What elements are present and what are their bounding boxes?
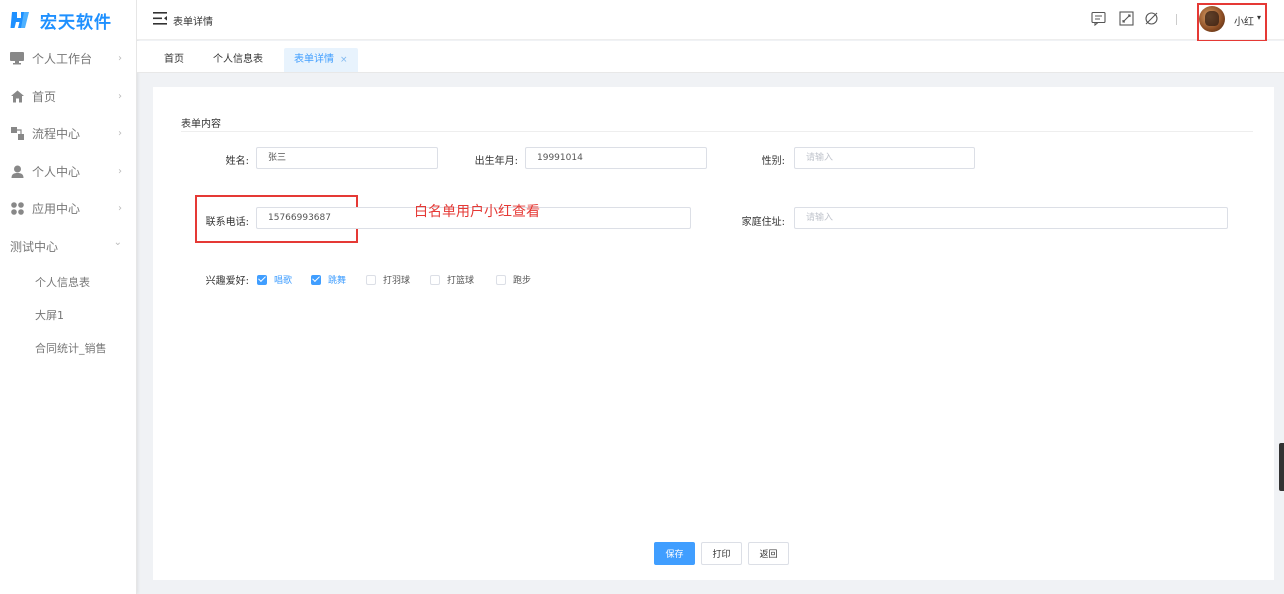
chevron-right-icon: › [118,165,122,177]
section-title: 表单内容 [181,119,221,130]
checkbox-label: 打羽球 [383,276,411,286]
back-button[interactable]: 返回 [748,542,789,565]
tab-personal-info[interactable]: 个人信息表 [203,48,273,72]
checkbox-label: 打篮球 [447,276,475,286]
tab-form-detail[interactable]: 表单详情 × [284,48,358,72]
hobby-option-badminton[interactable]: 打羽球 [366,273,410,286]
chevron-right-icon: › [118,203,122,215]
tab-label: 表单详情 [294,54,334,65]
sidebar-item-workbench[interactable]: 个人工作台 › [0,40,136,78]
print-button[interactable]: 打印 [701,542,742,565]
close-icon[interactable]: × [340,55,348,65]
annotation-text: 白名单用户小红查看 [414,204,540,220]
sidebar-item-label: 流程中心 [32,127,81,142]
sidebar-item-apps[interactable]: 应用中心 › [0,190,136,228]
section-divider [181,131,1253,132]
sidebar-item-label: 应用中心 [32,202,81,217]
tab-label: 个人信息表 [213,54,263,65]
checkbox-label: 跳舞 [328,276,347,286]
theme-icon[interactable] [1144,11,1159,26]
top-header: 表单详情 小红 ▾ [137,0,1284,42]
sidebar-item-label: 个人中心 [32,164,81,179]
chevron-down-icon: ⌄ [113,236,122,248]
name-label: 姓名: [225,156,249,167]
sidebar-item-label: 首页 [32,89,57,104]
hobby-option-sing[interactable]: 唱歌 [257,273,292,286]
sidebar: 宏天软件 个人工作台 › 首页 › 流程中心 › 个人中心 › 应用中心 › 测… [0,0,137,594]
brand-name: 宏天软件 [40,12,112,33]
sidebar-item-process[interactable]: 流程中心 › [0,115,136,153]
user-name[interactable]: 小红 [1234,13,1254,28]
checkbox-checked[interactable] [311,274,321,285]
tab-bar: 首页 个人信息表 表单详情 × [137,41,1284,73]
save-button[interactable]: 保存 [654,542,695,565]
sidebar-item-home[interactable]: 首页 › [0,78,136,116]
chevron-right-icon: › [118,128,122,140]
sidebar-item-label: 测试中心 [10,239,59,254]
sidebar-item-personal[interactable]: 个人中心 › [0,153,136,191]
sidebar-item-test[interactable]: 测试中心 ⌄ [0,228,136,266]
gender-field[interactable]: 请输入 [794,147,975,169]
hobby-option-dance[interactable]: 跳舞 [311,273,346,286]
checkbox-label: 跑步 [513,276,532,286]
tab-home[interactable]: 首页 [154,48,194,72]
brand-logo[interactable]: 宏天软件 [0,0,136,40]
hobby-option-basketball[interactable]: 打篮球 [430,273,474,286]
checkbox-label: 唱歌 [274,276,293,286]
chevron-right-icon: › [118,90,122,102]
side-scroll-handle[interactable] [1279,443,1284,491]
checkbox-unchecked[interactable] [430,274,440,285]
address-field[interactable]: 请输入 [794,207,1228,229]
checkbox-unchecked[interactable] [366,274,376,285]
phone-label: 联系电话: [205,217,249,228]
menu-toggle-icon[interactable] [153,12,167,25]
hobby-option-running[interactable]: 跑步 [496,273,531,286]
sidebar-item-label: 个人工作台 [32,52,93,67]
hobby-label: 兴趣爱好: [205,276,249,287]
checkbox-unchecked[interactable] [496,274,506,285]
fullscreen-icon[interactable] [1119,11,1134,26]
header-divider [1176,14,1177,25]
avatar[interactable] [1199,6,1225,32]
message-icon[interactable] [1091,11,1106,26]
address-label: 家庭住址: [741,217,785,228]
page-title: 表单详情 [173,17,213,28]
apps-icon [10,202,24,216]
flow-icon [10,127,24,141]
home-icon [10,89,24,103]
user-icon [10,164,24,178]
monitor-icon [10,52,24,66]
tab-label: 首页 [164,54,184,65]
sidebar-subitem-personal-info[interactable]: 个人信息表 [0,265,136,298]
checkbox-checked[interactable] [257,274,267,285]
gender-label: 性别: [761,156,785,167]
caret-down-icon[interactable]: ▾ [1257,13,1261,22]
birth-label: 出生年月: [474,156,518,167]
logo-icon [10,12,29,28]
birth-field[interactable]: 19991014 [525,147,707,169]
form-card: 表单内容 姓名: 张三 出生年月: 19991014 性别: 请输入 联系电话:… [153,87,1274,580]
sidebar-subitem-contract-stats[interactable]: 合同统计_销售 [0,331,136,364]
sidebar-subitem-big-screen[interactable]: 大屏1 [0,298,136,331]
name-field[interactable]: 张三 [256,147,438,169]
chevron-right-icon: › [118,53,122,65]
